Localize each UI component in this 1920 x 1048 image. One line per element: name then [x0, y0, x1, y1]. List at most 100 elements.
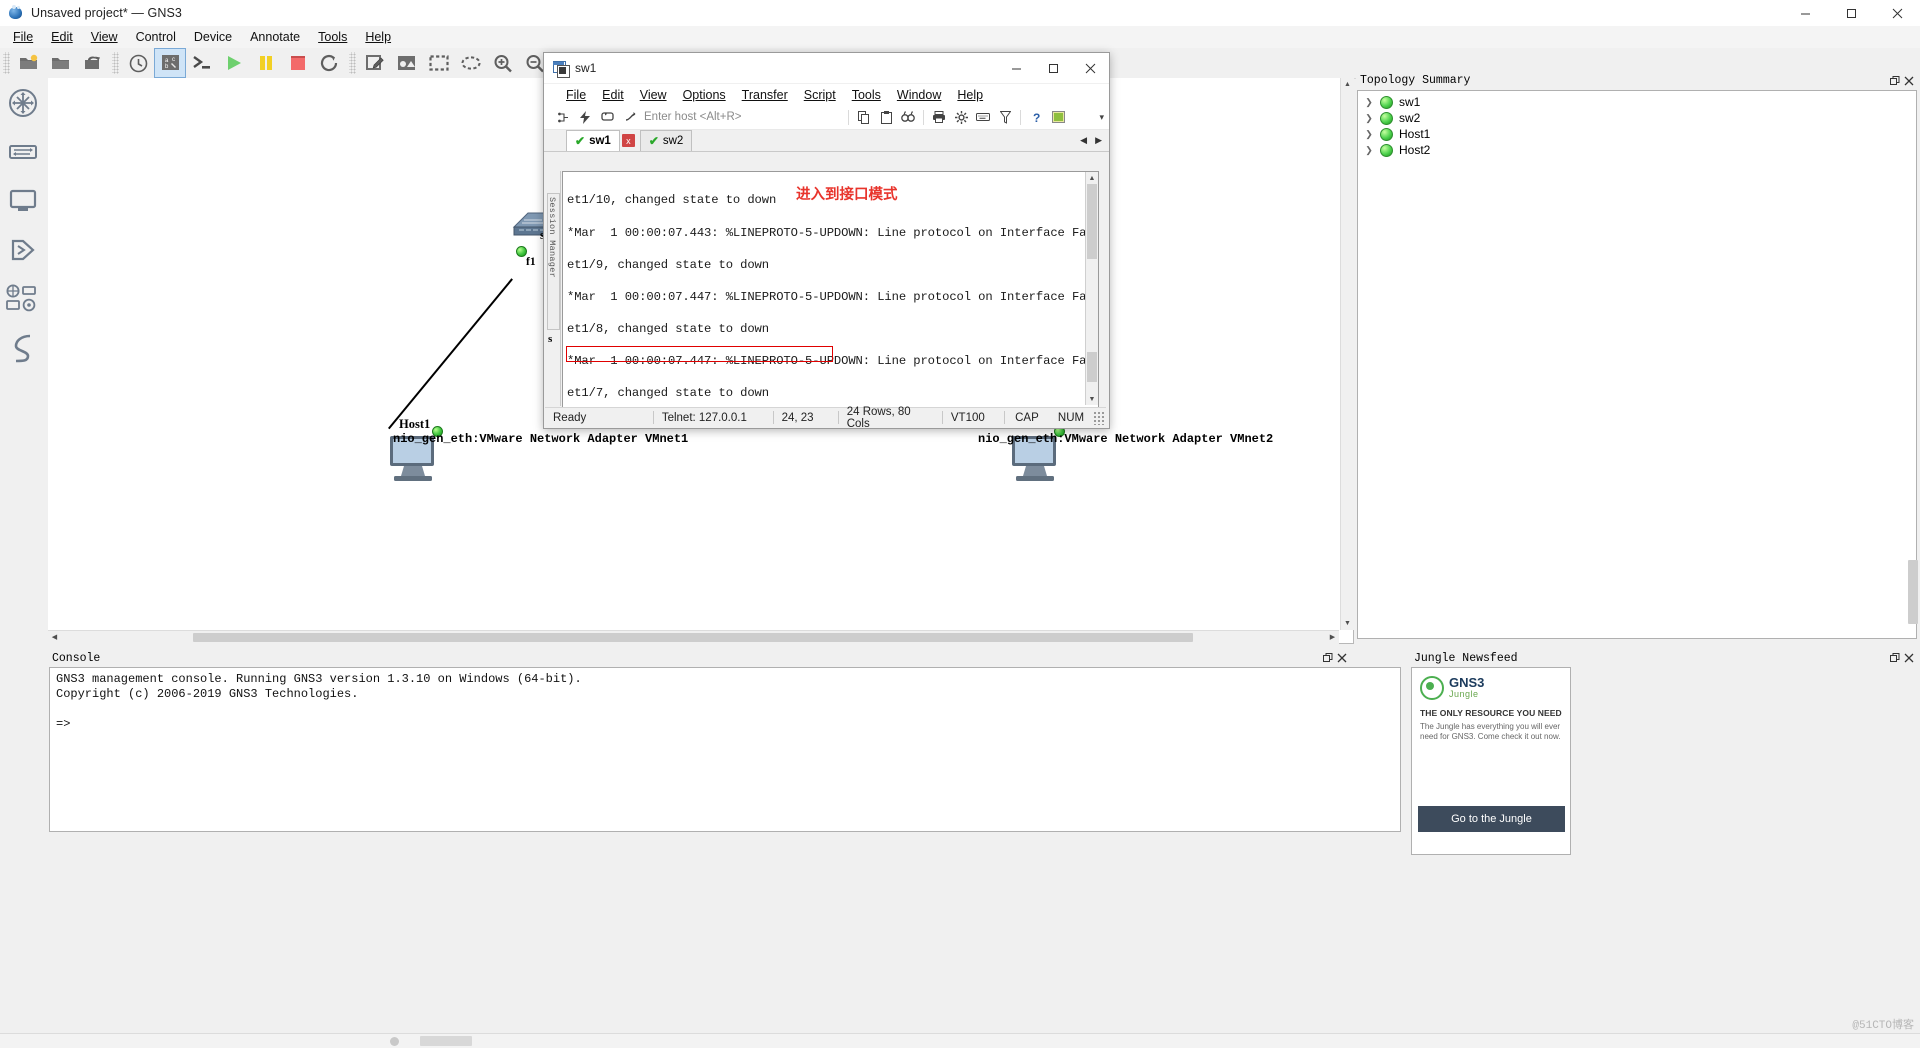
- close-icon[interactable]: [1902, 651, 1916, 665]
- log-session-icon[interactable]: [1048, 107, 1068, 127]
- chevron-right-icon[interactable]: ❯: [1364, 145, 1374, 156]
- scroll-down-arrow-icon[interactable]: ▼: [1086, 393, 1098, 405]
- suspend-all-icon[interactable]: [250, 48, 282, 78]
- crt-menu-view[interactable]: View: [632, 86, 675, 104]
- terminal-scroll-thumb[interactable]: [1087, 184, 1097, 259]
- reload-all-icon[interactable]: [314, 48, 346, 78]
- keymap-editor-icon[interactable]: [973, 107, 993, 127]
- end-devices-icon[interactable]: [0, 176, 46, 225]
- start-all-icon[interactable]: [218, 48, 250, 78]
- securecrt-titlebar[interactable]: sw1: [544, 53, 1109, 84]
- maximize-button[interactable]: [1035, 53, 1072, 83]
- crt-menu-edit[interactable]: Edit: [594, 86, 632, 104]
- node-label-host1[interactable]: Host1: [399, 417, 430, 432]
- tab-prev-arrow-icon[interactable]: ◀: [1077, 135, 1090, 146]
- restore-panel-icon[interactable]: [1888, 74, 1902, 88]
- new-project-icon[interactable]: [13, 48, 45, 78]
- host1-annotation[interactable]: nio_gen_eth:VMware Network Adapter VMnet…: [393, 432, 688, 446]
- right-dock-scroll-thumb[interactable]: [1908, 560, 1918, 624]
- tab-close-icon[interactable]: x: [621, 134, 635, 147]
- toolbar-grip-3[interactable]: [349, 52, 356, 74]
- show-interface-labels-icon[interactable]: a c b: [154, 48, 186, 78]
- close-icon[interactable]: [1335, 651, 1349, 665]
- toolbar-grip-2[interactable]: [112, 52, 119, 74]
- new-session-icon[interactable]: [553, 107, 573, 127]
- toolbar-overflow-chevron-down-icon[interactable]: ▾: [1099, 112, 1104, 123]
- session-manager-strip[interactable]: Session Manager s: [545, 171, 561, 406]
- crt-menu-file[interactable]: File: [558, 86, 594, 104]
- scroll-right-arrow-icon[interactable]: ▶: [1326, 631, 1339, 644]
- menu-help[interactable]: Help: [356, 27, 400, 47]
- quick-connect-icon[interactable]: [575, 107, 595, 127]
- minimize-button[interactable]: [998, 53, 1035, 83]
- scroll-down-arrow-icon[interactable]: ▼: [1341, 617, 1354, 630]
- canvas-horizontal-scrollbar[interactable]: ◀ ▶: [48, 630, 1339, 644]
- topology-item-host1[interactable]: ❯ Host1: [1358, 126, 1916, 142]
- console-all-icon[interactable]: [186, 48, 218, 78]
- resize-grip[interactable]: [1093, 410, 1104, 425]
- crt-menu-options[interactable]: Options: [675, 86, 734, 104]
- securecrt-window[interactable]: sw1 File Edit View Options Transfer Scri…: [543, 52, 1110, 430]
- menu-file[interactable]: File: [4, 27, 42, 47]
- topology-item-sw2[interactable]: ❯ sw2: [1358, 110, 1916, 126]
- host-input[interactable]: Enter host <Alt+R>: [644, 111, 844, 123]
- canvas-hscroll-thumb[interactable]: [193, 633, 1193, 642]
- copy-icon[interactable]: [854, 107, 874, 127]
- all-devices-icon[interactable]: [0, 274, 46, 323]
- crt-menu-help[interactable]: Help: [949, 86, 991, 104]
- crt-menu-tools[interactable]: Tools: [844, 86, 889, 104]
- find-icon[interactable]: [898, 107, 918, 127]
- scroll-left-arrow-icon[interactable]: ◀: [48, 631, 61, 644]
- taskbar-item[interactable]: [420, 1036, 472, 1046]
- zoom-in-icon[interactable]: [487, 48, 519, 78]
- add-link-icon[interactable]: [0, 323, 46, 372]
- jungle-content[interactable]: GNS3 Jungle THE ONLY RESOURCE YOU NEED T…: [1411, 667, 1571, 855]
- topology-item-host2[interactable]: ❯ Host2: [1358, 142, 1916, 158]
- menu-device[interactable]: Device: [185, 27, 241, 47]
- close-button[interactable]: [1072, 53, 1109, 83]
- restore-panel-icon[interactable]: [1888, 651, 1902, 665]
- reconnect-icon[interactable]: [597, 107, 617, 127]
- close-button[interactable]: [1874, 0, 1920, 26]
- print-icon[interactable]: [929, 107, 949, 127]
- toolbar-grip[interactable]: [3, 52, 10, 74]
- restore-panel-icon[interactable]: [1321, 651, 1335, 665]
- topology-item-sw1[interactable]: ❯ sw1: [1358, 94, 1916, 110]
- menu-edit[interactable]: Edit: [42, 27, 82, 47]
- canvas-vertical-scrollbar[interactable]: ▲ ▼: [1340, 78, 1354, 630]
- paste-icon[interactable]: [876, 107, 896, 127]
- terminal-output[interactable]: et1/10, changed state to down *Mar 1 00:…: [567, 174, 1098, 407]
- filter-icon[interactable]: [995, 107, 1015, 127]
- link-sw1-host1[interactable]: [388, 278, 513, 430]
- menu-tools[interactable]: Tools: [309, 27, 356, 47]
- session-tab-sw1[interactable]: ✔ sw1: [566, 130, 620, 151]
- tab-next-arrow-icon[interactable]: ▶: [1092, 135, 1105, 146]
- session-options-icon[interactable]: [951, 107, 971, 127]
- disconnect-icon[interactable]: [619, 107, 639, 127]
- security-devices-icon[interactable]: [0, 225, 46, 274]
- chevron-right-icon[interactable]: ❯: [1364, 129, 1374, 140]
- save-project-as-icon[interactable]: [77, 48, 109, 78]
- maximize-button[interactable]: [1828, 0, 1874, 26]
- console-output[interactable]: GNS3 management console. Running GNS3 ve…: [49, 667, 1401, 832]
- stop-all-icon[interactable]: [282, 48, 314, 78]
- crt-menu-window[interactable]: Window: [889, 86, 949, 104]
- switches-icon[interactable]: [0, 127, 46, 176]
- menu-view[interactable]: View: [82, 27, 127, 47]
- taskbar-icon[interactable]: [390, 1037, 399, 1046]
- snapshot-clock-icon[interactable]: [122, 48, 154, 78]
- draw-ellipse-icon[interactable]: [455, 48, 487, 78]
- chevron-right-icon[interactable]: ❯: [1364, 113, 1374, 124]
- open-project-icon[interactable]: [45, 48, 77, 78]
- menu-annotate[interactable]: Annotate: [241, 27, 309, 47]
- session-tab-sw2[interactable]: ✔ sw2: [639, 130, 693, 151]
- topology-summary-list[interactable]: ❯ sw1 ❯ sw2 ❯ Host1 ❯ Host2: [1357, 90, 1917, 639]
- terminal-view[interactable]: et1/10, changed state to down *Mar 1 00:…: [562, 171, 1099, 408]
- scroll-up-arrow-icon[interactable]: ▲: [1086, 172, 1098, 184]
- terminal-scrollbar[interactable]: ▲ ▼: [1085, 172, 1098, 405]
- chevron-right-icon[interactable]: ❯: [1364, 97, 1374, 108]
- minimize-button[interactable]: [1782, 0, 1828, 26]
- terminal-scroll-thumb-lower[interactable]: [1087, 352, 1097, 382]
- scroll-up-arrow-icon[interactable]: ▲: [1341, 78, 1354, 91]
- draw-rectangle-icon[interactable]: [423, 48, 455, 78]
